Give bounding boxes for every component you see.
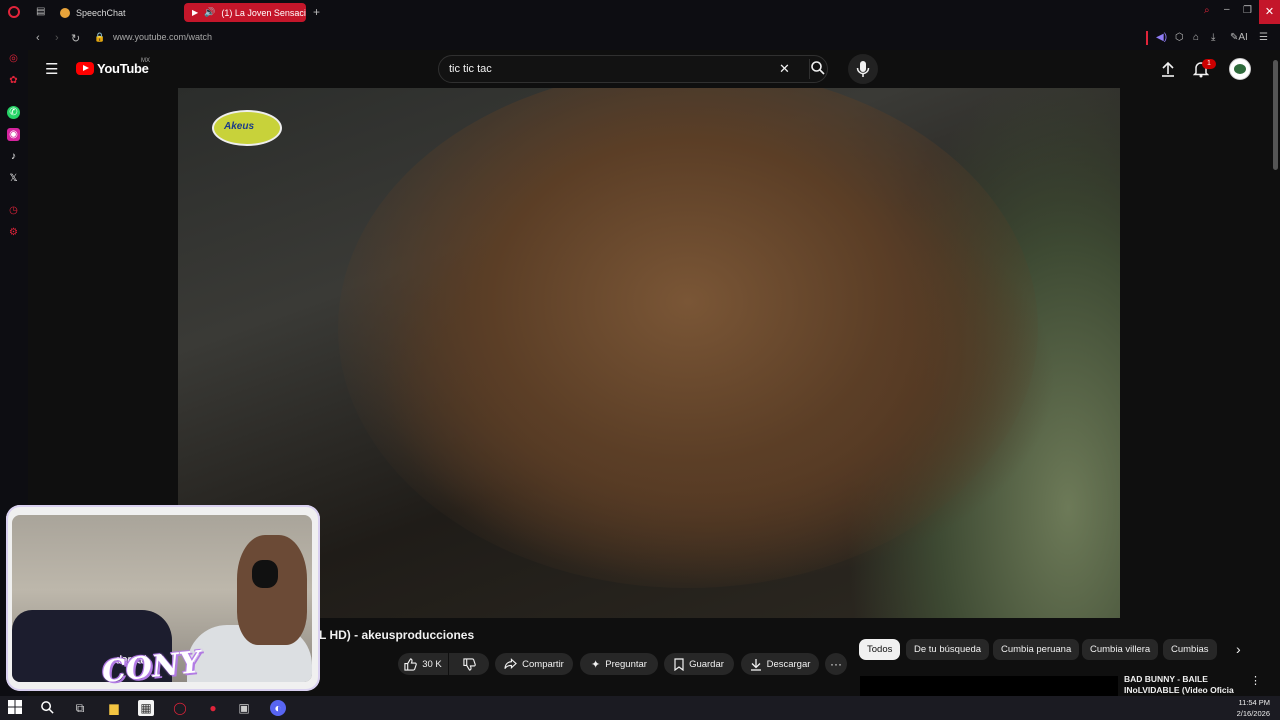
dislike-icon [462, 657, 476, 671]
search-taskbar-icon[interactable] [40, 700, 56, 716]
youtube-header: ☰ YouTube MX tic tic tac ✕ 1 [28, 50, 1272, 88]
ask-label: Preguntar [605, 658, 647, 670]
watermark-text: Akeus [224, 121, 255, 132]
ask-button[interactable]: ✦ Preguntar [580, 653, 658, 675]
address-bar: ‹ › ↻ 🔒 www.youtube.com/watch ◀) ⬡ ⌂ ⤓ ✎… [0, 26, 1280, 50]
chip-cumbia-villera[interactable]: Cumbia villera [1082, 639, 1159, 660]
reload-icon[interactable]: ↻ [71, 32, 80, 45]
easy-setup-icon[interactable]: ☰ [1259, 32, 1268, 43]
region-code: MX [141, 58, 150, 64]
search-value: tic tic tac [449, 63, 492, 75]
bookmark-icon [674, 657, 684, 671]
url-text[interactable]: www.youtube.com/watch [113, 32, 212, 42]
back-icon[interactable]: ‹ [36, 32, 40, 44]
download-icon[interactable]: ⤓ [1211, 32, 1215, 43]
tab-label: SpeechChat [76, 7, 126, 18]
menu-icon[interactable]: ☰ [45, 60, 58, 78]
scrollbar-thumb[interactable] [1273, 60, 1278, 170]
aria-icon[interactable]: ◎ [7, 52, 20, 65]
search-tabs-icon[interactable]: ⌕ [1204, 5, 1210, 16]
social-icon[interactable]: ✿ [7, 74, 20, 87]
task-view-icon[interactable]: ⧉ [72, 700, 88, 716]
webcam-person-head [237, 535, 307, 645]
forward-icon[interactable]: › [55, 32, 59, 44]
clock-time: 11:54 PM [1238, 698, 1270, 707]
taskbar-clock[interactable]: 11:54 PM 2/16/2026 [1237, 697, 1270, 719]
chip-todos[interactable]: Todos [859, 639, 901, 660]
upload-icon[interactable] [1160, 60, 1176, 78]
tab-label: (1) La Joven Sensación [221, 7, 306, 18]
opera-taskbar-icon[interactable]: ◯ [172, 700, 188, 716]
extensions-icon[interactable]: ⬡ [1175, 32, 1184, 43]
whatsapp-icon[interactable]: ✆ [7, 106, 20, 119]
channel-watermark-logo: Akeus [212, 110, 282, 146]
wallet-icon[interactable]: ⌂ [1193, 32, 1199, 43]
speaker-icon[interactable]: 🔊 [204, 7, 215, 18]
video-title: L HD) - akeusproducciones [319, 628, 475, 642]
search-icon[interactable] [810, 60, 826, 76]
clock-date: 2/16/2026 [1236, 709, 1270, 718]
recommendation-title-line2[interactable]: INoLVIDABLE (Video Oficia [1124, 685, 1236, 695]
share-icon [504, 658, 518, 669]
maximize-button[interactable]: ❐ [1243, 5, 1252, 16]
opera-gx-icon[interactable]: ● [205, 700, 221, 716]
new-tab-button[interactable]: + [313, 5, 320, 19]
recommendation-title[interactable]: BAD BUNNY - BAILE [1124, 674, 1244, 685]
x-twitter-icon[interactable]: 𝕏 [7, 172, 20, 185]
save-button[interactable]: Guardar [664, 653, 734, 675]
voice-search-icon[interactable] [848, 54, 878, 84]
app-taskbar-icon[interactable]: ▣ [236, 700, 252, 716]
download-button[interactable]: Descargar [741, 653, 819, 675]
more-actions-button[interactable]: ··· [825, 653, 847, 675]
extension-divider [1146, 31, 1148, 45]
windows-taskbar: ⧉ ▆ ▦ ◯ ● ▣ ◐ 11:54 PM 2/16/2026 [0, 696, 1280, 720]
more-icon: ··· [830, 657, 842, 671]
close-window-button[interactable]: ✕ [1259, 0, 1280, 24]
tab-menu-icon[interactable]: ▤ [36, 6, 45, 17]
like-button[interactable]: 30 K [398, 653, 448, 675]
share-button[interactable]: Compartir [495, 653, 573, 675]
clear-search-icon[interactable]: ✕ [779, 61, 790, 77]
recommendation-thumbnail[interactable] [860, 676, 1118, 696]
settings-icon[interactable]: ⚙ [7, 226, 20, 239]
store-icon[interactable]: ▦ [138, 700, 154, 716]
like-count: 30 K [422, 658, 442, 670]
download-label: Descargar [766, 658, 811, 670]
share-label: Compartir [522, 658, 564, 670]
save-label: Guardar [689, 658, 724, 670]
opera-logo-icon[interactable] [8, 6, 20, 18]
minimize-button[interactable]: – [1224, 4, 1230, 15]
dislike-button[interactable] [449, 653, 489, 675]
start-icon[interactable] [8, 700, 24, 716]
youtube-logo-icon[interactable] [76, 62, 94, 75]
headset-icon [252, 560, 278, 588]
tab-speechchat[interactable]: SpeechChat [52, 3, 180, 22]
search-input[interactable]: tic tic tac ✕ [438, 55, 828, 83]
instagram-icon[interactable]: ◉ [7, 128, 20, 141]
avatar[interactable] [1229, 58, 1251, 80]
ai-icon[interactable]: ✎AI [1230, 32, 1248, 43]
recommendation-menu-icon[interactable]: ⋮ [1250, 674, 1261, 687]
chip-cumbia-peruana[interactable]: Cumbia peruana [993, 639, 1080, 660]
chip-cumbias[interactable]: Cumbias [1163, 639, 1217, 660]
notification-badge: 1 [1202, 59, 1216, 69]
history-icon[interactable]: ◷ [7, 204, 20, 217]
audio-icon[interactable]: ◀) [1156, 32, 1167, 43]
chip-de-tu-busqueda[interactable]: De tu búsqueda [906, 639, 990, 660]
discord-icon[interactable]: ◐ [270, 700, 286, 716]
speechchat-favicon-icon [60, 7, 70, 18]
youtube-favicon-icon: ▶ [192, 8, 199, 17]
download-arrow-icon [750, 658, 761, 671]
chevron-right-icon[interactable]: › [1236, 641, 1241, 657]
file-explorer-icon[interactable]: ▆ [106, 700, 122, 716]
video-frame-content [338, 88, 1038, 588]
sparkle-icon: ✦ [591, 658, 601, 671]
ai-label: AI [1238, 32, 1248, 43]
tiktok-icon[interactable]: ♪ [7, 150, 20, 163]
tab-youtube[interactable]: ▶ 🔊 (1) La Joven Sensación [184, 3, 306, 22]
lock-icon: 🔒 [94, 32, 106, 42]
like-icon [404, 657, 417, 671]
browser-tab-bar: ▤ SpeechChat ▶ 🔊 (1) La Joven Sensación … [0, 0, 1280, 26]
